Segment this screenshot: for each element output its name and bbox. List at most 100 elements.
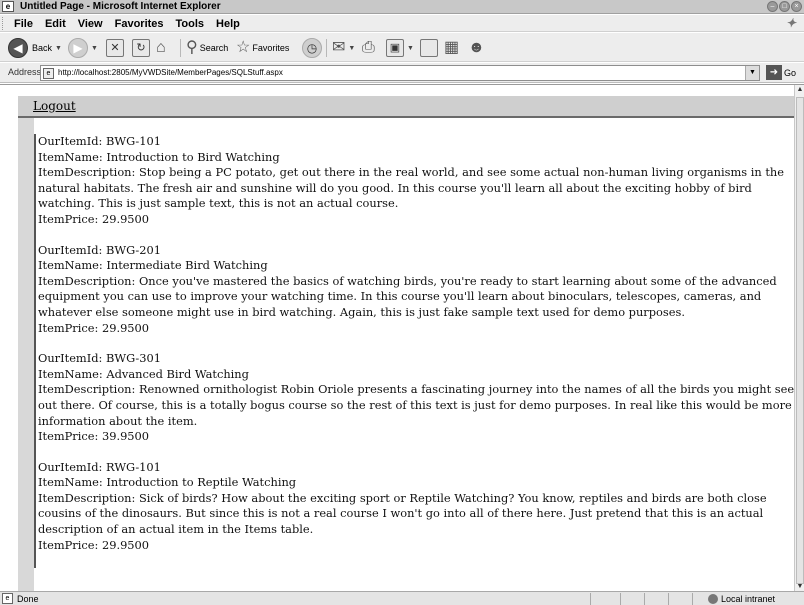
forward-button[interactable]: ▶ ▼ bbox=[68, 37, 98, 59]
item-description: ItemDescription: Sick of birds? How abou… bbox=[38, 490, 767, 537]
item-id: OurItemId: RWG-101 bbox=[38, 459, 161, 474]
item-description: ItemDescription: Stop being a PC potato,… bbox=[38, 165, 785, 211]
research-button[interactable]: ▦ bbox=[444, 37, 459, 59]
home-icon: ⌂ bbox=[156, 39, 166, 56]
item-name: ItemName: Intermediate Bird Watching bbox=[38, 258, 268, 273]
item-price: ItemPrice: 29.9500 bbox=[38, 211, 150, 226]
item-price: ItemPrice: 39.9500 bbox=[38, 429, 150, 444]
item-name: ItemName: Introduction to Bird Watching bbox=[38, 149, 280, 164]
address-label: Address bbox=[8, 67, 42, 77]
item-description: ItemDescription: Renowned ornithologist … bbox=[38, 382, 795, 428]
status-panel bbox=[590, 593, 591, 605]
history-button[interactable]: ◷ bbox=[302, 37, 322, 59]
star-icon: ☆ bbox=[236, 39, 251, 56]
status-panel bbox=[692, 593, 693, 605]
back-label: Back bbox=[32, 43, 53, 53]
status-text: Done bbox=[17, 594, 39, 604]
menu-tools[interactable]: Tools bbox=[170, 16, 211, 31]
address-bar: Address e http://localhost:2805/MyVWDSit… bbox=[0, 63, 804, 83]
research-icon: ▦ bbox=[444, 39, 460, 56]
item-price: ItemPrice: 29.9500 bbox=[38, 320, 150, 335]
security-zone: Local intranet bbox=[708, 593, 775, 605]
stop-icon: ✕ bbox=[106, 39, 124, 57]
item-id: OurItemId: BWG-101 bbox=[38, 134, 161, 148]
stop-button[interactable]: ✕ bbox=[106, 37, 124, 59]
menu-view[interactable]: View bbox=[72, 16, 109, 31]
menu-edit[interactable]: Edit bbox=[39, 16, 72, 31]
item-id: OurItemId: BWG-301 bbox=[38, 351, 161, 366]
history-icon: ◷ bbox=[302, 38, 322, 58]
toolbar-separator bbox=[180, 39, 181, 57]
item-price: ItemPrice: 29.9500 bbox=[38, 537, 150, 552]
item-name: ItemName: Advanced Bird Watching bbox=[38, 366, 249, 381]
toolbar-separator bbox=[326, 39, 327, 57]
favorites-button[interactable]: ☆ Favorites bbox=[236, 37, 289, 59]
list-item: OurItemId: BWG-301 ItemName: Advanced Bi… bbox=[38, 351, 804, 445]
mail-icon: ✉ bbox=[332, 39, 346, 56]
list-item: OurItemId: BWG-201 ItemName: Intermediat… bbox=[38, 243, 804, 337]
item-id: OurItemId: BWG-201 bbox=[38, 242, 161, 257]
scroll-up-icon[interactable]: ▲ bbox=[795, 85, 804, 95]
discuss-button[interactable] bbox=[420, 37, 438, 59]
print-button[interactable]: ⎙ bbox=[362, 37, 375, 59]
refresh-button[interactable]: ↻ bbox=[132, 37, 150, 59]
scroll-thumb[interactable] bbox=[796, 97, 804, 584]
logout-link[interactable]: Logout bbox=[33, 99, 76, 113]
menu-bar: File Edit View Favorites Tools Help ✦ bbox=[0, 15, 804, 32]
status-panel bbox=[620, 593, 621, 605]
edit-button[interactable]: ▣ ▼ bbox=[386, 37, 414, 59]
menu-favorites[interactable]: Favorites bbox=[109, 16, 170, 31]
chevron-down-icon[interactable]: ▼ bbox=[91, 45, 98, 52]
favorites-label: Favorites bbox=[252, 43, 290, 53]
printer-icon: ⎙ bbox=[362, 39, 375, 56]
intranet-zone-icon bbox=[708, 594, 718, 604]
chevron-down-icon[interactable]: ▼ bbox=[348, 45, 355, 52]
scroll-down-icon[interactable]: ▼ bbox=[795, 582, 804, 591]
zone-label: Local intranet bbox=[721, 594, 776, 604]
window-controls: – □ × bbox=[767, 1, 802, 12]
forward-arrow-icon: ▶ bbox=[68, 38, 88, 58]
address-url[interactable]: http://localhost:2805/MyVWDSite/MemberPa… bbox=[58, 67, 283, 79]
standard-toolbar: ◀ Back ▼ ▶ ▼ ✕ ↻ ⌂ ⚲ Search ☆ Favorites … bbox=[0, 33, 804, 62]
back-button[interactable]: ◀ Back ▼ bbox=[8, 37, 62, 59]
page-viewport[interactable]: Logout OurItemId: BWG-101 ItemName: Intr… bbox=[0, 84, 804, 591]
toolbar-grip[interactable] bbox=[2, 17, 5, 30]
window-title: Untitled Page - Microsoft Internet Explo… bbox=[20, 1, 221, 12]
vertical-scrollbar[interactable]: ▲ ▼ bbox=[794, 85, 804, 591]
page-content: Logout OurItemId: BWG-101 ItemName: Intr… bbox=[18, 96, 804, 591]
back-arrow-icon: ◀ bbox=[8, 38, 28, 58]
go-label: Go bbox=[784, 67, 797, 78]
messenger-icon: ☻ bbox=[468, 39, 485, 56]
status-panel bbox=[644, 593, 645, 605]
search-icon: ⚲ bbox=[186, 39, 198, 56]
discuss-icon bbox=[420, 39, 438, 57]
refresh-icon: ↻ bbox=[132, 39, 150, 57]
minimize-button[interactable]: – bbox=[767, 1, 778, 12]
home-button[interactable]: ⌂ bbox=[156, 37, 166, 59]
page-icon: e bbox=[2, 593, 13, 604]
go-button[interactable]: ➜ Go bbox=[766, 65, 796, 80]
search-label: Search bbox=[199, 43, 229, 53]
item-name: ItemName: Introduction to Reptile Watchi… bbox=[38, 475, 297, 490]
item-description: ItemDescription: Once you've mastered th… bbox=[38, 273, 777, 319]
close-button[interactable]: × bbox=[791, 1, 802, 12]
go-arrow-icon: ➜ bbox=[766, 65, 782, 80]
address-input[interactable]: e http://localhost:2805/MyVWDSite/Member… bbox=[40, 65, 760, 81]
messenger-button[interactable]: ☻ bbox=[468, 37, 485, 59]
menu-help[interactable]: Help bbox=[210, 16, 246, 31]
ie-window-icon[interactable]: e bbox=[2, 1, 14, 12]
chevron-down-icon[interactable]: ▼ bbox=[407, 45, 414, 52]
address-dropdown-button[interactable]: ▼ bbox=[745, 66, 759, 80]
search-button[interactable]: ⚲ Search bbox=[186, 37, 228, 59]
item-list: OurItemId: BWG-101 ItemName: Introductio… bbox=[34, 134, 804, 569]
menu-file[interactable]: File bbox=[8, 16, 39, 31]
maximize-button[interactable]: □ bbox=[779, 1, 790, 12]
logout-bar: Logout bbox=[18, 96, 804, 118]
page-icon: e bbox=[43, 68, 54, 79]
mail-button[interactable]: ✉ ▼ bbox=[332, 37, 355, 59]
list-item: OurItemId: RWG-101 ItemName: Introductio… bbox=[38, 460, 804, 554]
status-panel bbox=[668, 593, 669, 605]
title-bar: e Untitled Page - Microsoft Internet Exp… bbox=[0, 0, 804, 14]
chevron-down-icon[interactable]: ▼ bbox=[55, 45, 62, 52]
windows-logo-icon: ✦ bbox=[786, 16, 797, 30]
